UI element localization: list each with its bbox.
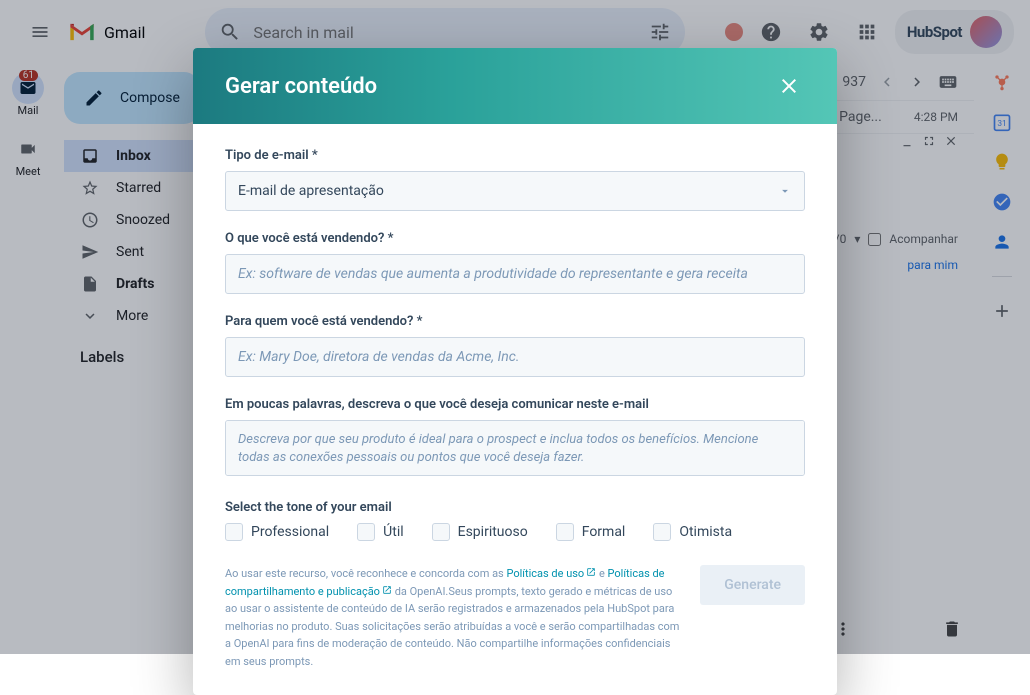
modal-close-button[interactable] [773, 70, 805, 102]
usage-policy-link[interactable]: Políticas de uso [506, 567, 596, 580]
modal-title: Gerar conteúdo [225, 74, 377, 99]
checkbox[interactable] [556, 523, 574, 541]
external-link-icon [382, 585, 392, 595]
disclaimer-text: Ao usar este recurso, você reconhece e c… [225, 565, 684, 671]
describe-label: Em poucas palavras, descreva o que você … [225, 397, 805, 412]
generate-content-modal: Gerar conteúdo Tipo de e-mail * E-mail d… [193, 48, 837, 695]
modal-overlay: Gerar conteúdo Tipo de e-mail * E-mail d… [0, 0, 1030, 654]
tone-formal[interactable]: Formal [556, 523, 626, 541]
generate-button[interactable]: Generate [700, 565, 805, 605]
what-selling-label: O que você está vendendo? * [225, 231, 805, 246]
tone-label: Select the tone of your email [225, 500, 805, 515]
email-type-label: Tipo de e-mail * [225, 148, 805, 163]
who-selling-label: Para quem você está vendendo? * [225, 314, 805, 329]
modal-body: Tipo de e-mail * E-mail de apresentação … [193, 124, 837, 695]
modal-footer: Ao usar este recurso, você reconhece e c… [225, 565, 805, 671]
checkbox[interactable] [225, 523, 243, 541]
tone-espirituoso[interactable]: Espirituoso [432, 523, 528, 541]
close-icon [777, 74, 801, 98]
checkbox[interactable] [653, 523, 671, 541]
email-type-value: E-mail de apresentação [238, 183, 384, 199]
checkbox[interactable] [432, 523, 450, 541]
what-selling-input[interactable] [225, 254, 805, 294]
describe-textarea[interactable] [225, 420, 805, 476]
tone-otimista[interactable]: Otimista [653, 523, 732, 541]
tone-professional[interactable]: Professional [225, 523, 329, 541]
modal-header: Gerar conteúdo [193, 48, 837, 124]
external-link-icon [586, 567, 596, 577]
email-type-select[interactable]: E-mail de apresentação [225, 171, 805, 211]
tone-util[interactable]: Útil [357, 523, 403, 541]
who-selling-input[interactable] [225, 337, 805, 377]
checkbox[interactable] [357, 523, 375, 541]
tone-options: Professional Útil Espirituoso Formal Oti… [225, 523, 805, 541]
chevron-down-icon [778, 184, 792, 198]
